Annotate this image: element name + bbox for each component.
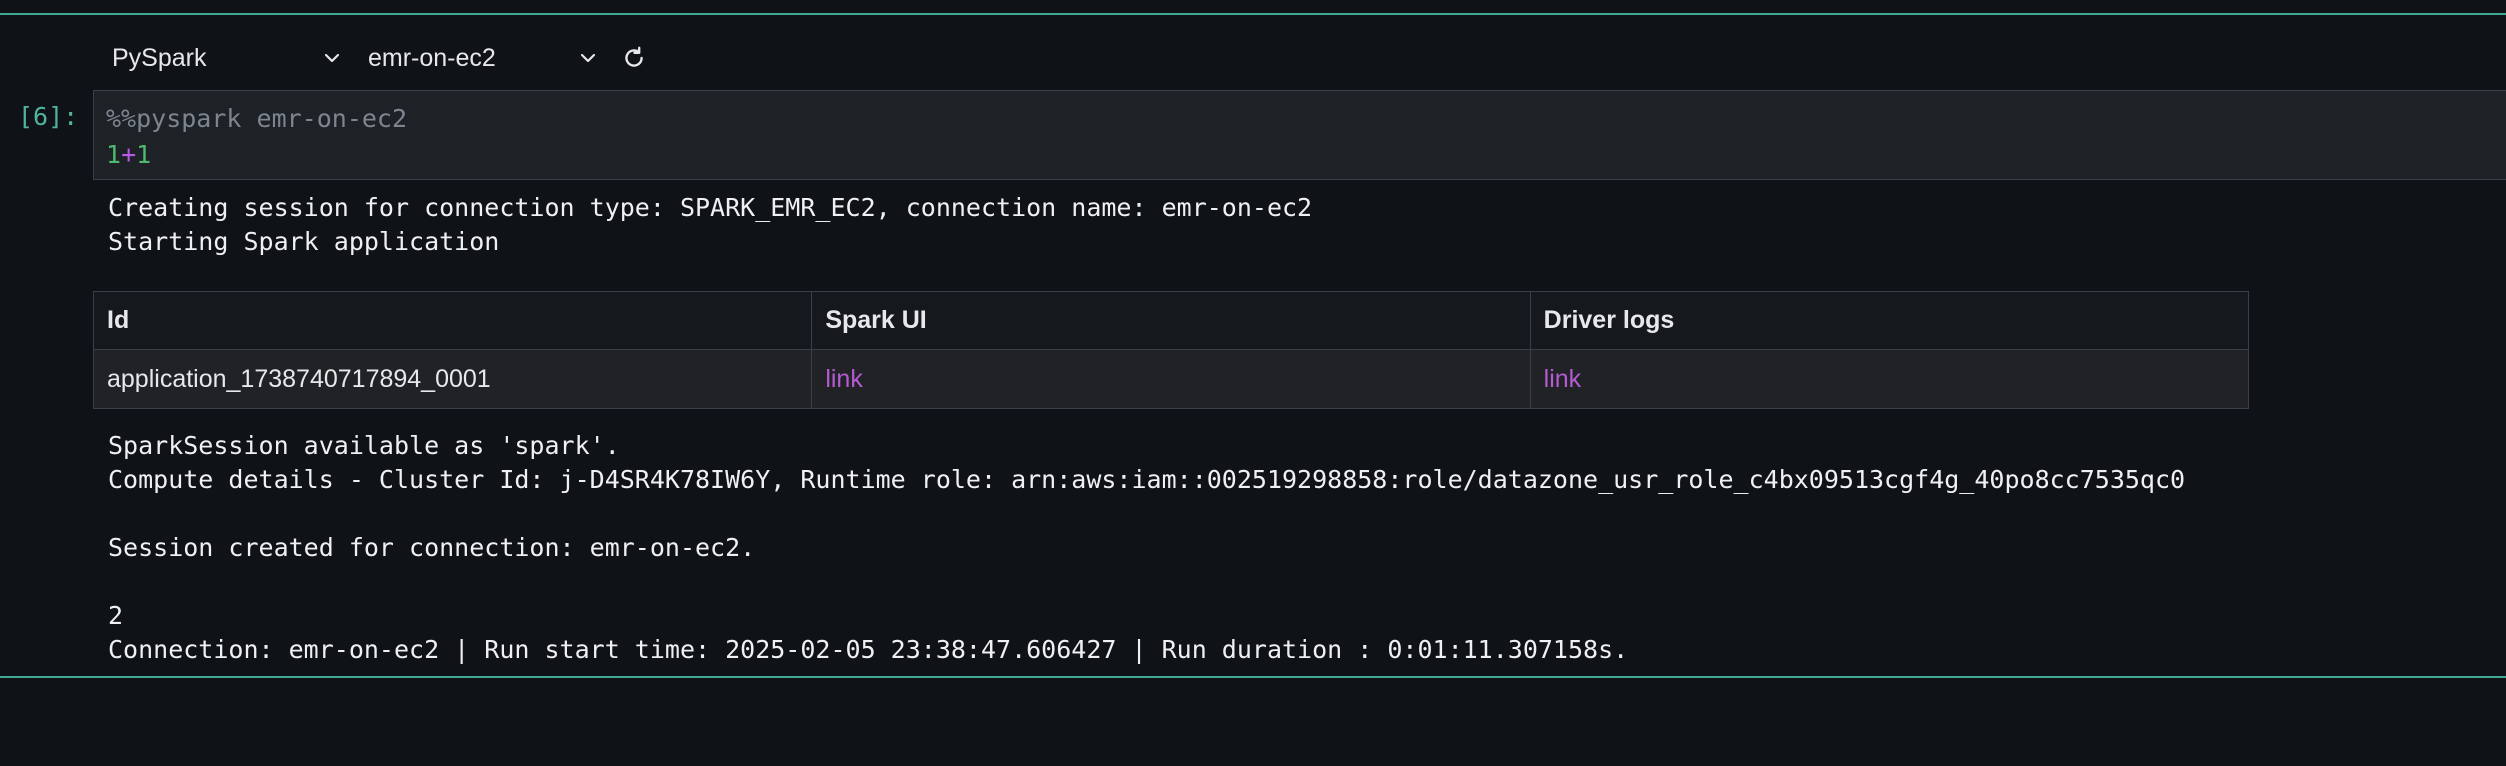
code-line-magic: %%pyspark emr-on-ec2: [106, 101, 2506, 137]
driver-logs-link[interactable]: link: [1544, 365, 1582, 393]
output-compute-details: Compute details - Cluster Id: j-D4SR4K78…: [108, 465, 2186, 494]
output-session-created: Session created for connection: emr-on-e…: [108, 533, 756, 562]
code-number-right: 1: [136, 140, 152, 169]
spark-ui-link[interactable]: link: [825, 365, 863, 393]
output-starting-spark: Starting Spark application: [108, 227, 500, 256]
driver-logs-cell: link: [1529, 349, 2250, 409]
code-line-expression: 1+1: [106, 137, 2506, 173]
output-connection-info: Connection: emr-on-ec2 | Run start time:…: [108, 635, 1629, 664]
connection-select-label: emr-on-ec2: [368, 43, 496, 72]
connection-select[interactable]: emr-on-ec2: [354, 38, 610, 78]
code-editor[interactable]: %%pyspark emr-on-ec2 1+1: [93, 90, 2506, 180]
kernel-select-label: PySpark: [112, 43, 207, 72]
cell-toolbar: PySpark emr-on-ec2: [96, 38, 654, 78]
application-id-cell: application_1738740717894_0001: [92, 349, 813, 409]
table-header-row: Id Spark UI Driver logs: [92, 291, 2250, 350]
code-operator: +: [121, 140, 137, 169]
table-row: application_1738740717894_0001 link link: [92, 349, 2250, 409]
cell-bottom-border: [0, 676, 2506, 678]
refresh-icon[interactable]: [614, 38, 654, 78]
output-spark-session-available: SparkSession available as 'spark'.: [108, 431, 620, 460]
header-driver-logs: Driver logs: [1529, 291, 2250, 350]
cell-top-border: [0, 13, 2506, 15]
execution-count-prompt: [6]:: [18, 102, 79, 131]
header-id: Id: [92, 291, 813, 350]
kernel-select[interactable]: PySpark: [96, 38, 354, 78]
chevron-down-icon: [318, 44, 346, 72]
magic-command: %%pyspark emr-on-ec2: [106, 104, 408, 133]
output-result-value: 2: [108, 601, 124, 630]
session-info-table: Id Spark UI Driver logs application_1738…: [92, 291, 2250, 409]
header-spark-ui: Spark UI: [811, 291, 1531, 350]
spark-ui-cell: link: [811, 349, 1531, 409]
output-creating-session: Creating session for connection type: SP…: [108, 193, 1313, 222]
code-number-left: 1: [106, 140, 122, 169]
chevron-down-icon: [574, 44, 602, 72]
